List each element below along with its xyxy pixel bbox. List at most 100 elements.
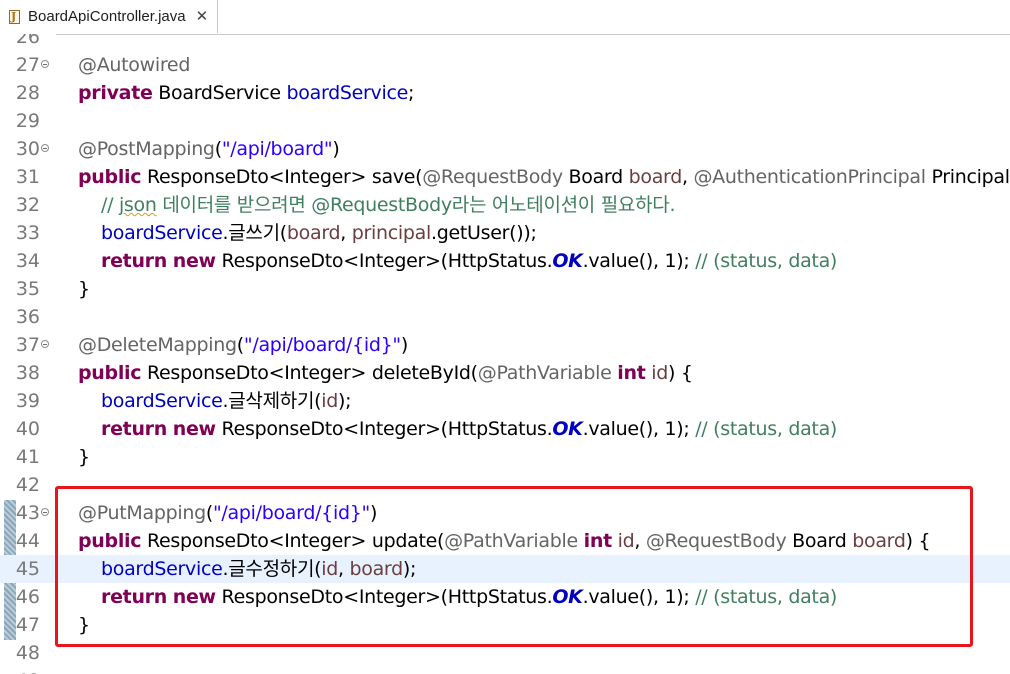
- code-token: board: [286, 222, 341, 244]
- code-token: PrincipalDetail: [931, 166, 1010, 188]
- code-token: principal: [351, 222, 432, 244]
- code-line[interactable]: 44 public ResponseDto<Integer> update(@Pa…: [0, 527, 1010, 555]
- tab-board-api-controller[interactable]: J BoardApiController.java ✕: [0, 0, 218, 33]
- line-number: 33: [15, 222, 40, 244]
- code-token: ResponseDto<Integer> save(: [141, 166, 423, 188]
- code-token: public: [78, 362, 142, 384]
- code-line[interactable]: 39 boardService.글삭제하기(id);: [0, 387, 1010, 415]
- code-line[interactable]: 33 boardService.글쓰기(board, principal.getU…: [0, 219, 1010, 247]
- code-line[interactable]: 47}: [0, 611, 1010, 639]
- code-token: .글쓰기(: [222, 222, 288, 244]
- code-text: @Autowired: [78, 51, 190, 79]
- code-token: // (status, data): [695, 418, 838, 440]
- code-token: @PathVariable: [444, 530, 578, 552]
- code-token: ): [332, 138, 340, 160]
- line-number: 30: [15, 138, 40, 160]
- code-line[interactable]: 43 @PutMapping("/api/board/{id}"): [0, 499, 1010, 527]
- code-token: ResponseDto<Integer> update(: [141, 530, 445, 552]
- code-token: public: [78, 166, 142, 188]
- code-token: ,: [338, 558, 350, 580]
- line-number: 31: [15, 166, 40, 188]
- line-number: 39: [15, 390, 40, 412]
- code-line[interactable]: 49: [0, 667, 1010, 674]
- fold-collapse-icon[interactable]: [41, 340, 49, 348]
- code-text: boardService.글삭제하기(id);: [78, 387, 352, 415]
- code-token: // (status, data): [695, 250, 838, 272]
- code-token: "/api/board/{id}": [212, 502, 370, 524]
- code-line[interactable]: 42: [0, 471, 1010, 499]
- code-line[interactable]: 38 public ResponseDto<Integer> deleteById…: [0, 359, 1010, 387]
- code-line[interactable]: 27 @Autowired: [0, 51, 1010, 79]
- fold-collapse-icon[interactable]: [41, 60, 49, 68]
- code-token: ) {: [668, 362, 693, 384]
- code-line[interactable]: 28 private BoardService boardService;: [0, 79, 1010, 107]
- code-token: return: [101, 250, 167, 272]
- line-number: 44: [15, 530, 40, 552]
- code-token: //: [101, 194, 119, 216]
- code-token: json: [118, 194, 157, 216]
- code-token: OK: [552, 250, 583, 272]
- code-text: // json 데이터를 받으려면 @RequestBody라는 어노테이션이 …: [78, 191, 676, 219]
- code-token: ,: [340, 222, 352, 244]
- code-line[interactable]: 46 return new ResponseDto<Integer>(HttpSt…: [0, 583, 1010, 611]
- code-token: .value(), 1);: [582, 586, 696, 608]
- code-editor[interactable]: 26 27 @Autowired 28 private BoardService boa…: [0, 34, 1010, 674]
- line-number: 45: [15, 558, 40, 580]
- code-text: public ResponseDto<Integer> save(@Reques…: [78, 163, 1010, 191]
- code-token: @PutMapping: [78, 502, 206, 524]
- code-line[interactable]: 34 return new ResponseDto<Integer>(HttpSt…: [0, 247, 1010, 275]
- code-token: @DeleteMapping: [78, 334, 237, 356]
- code-line[interactable]: 45 boardService.글수정하기(id, board);: [0, 555, 1010, 583]
- code-token: boardService: [101, 558, 223, 580]
- code-token: }: [78, 446, 90, 468]
- code-token: id: [651, 362, 669, 384]
- code-token: Board: [562, 166, 629, 188]
- code-line[interactable]: 29: [0, 107, 1010, 135]
- code-text: public ResponseDto<Integer> update(@Path…: [78, 527, 931, 555]
- code-token: (: [214, 138, 222, 160]
- code-token: id: [321, 558, 339, 580]
- code-text: }: [78, 611, 90, 639]
- code-text: @PutMapping("/api/board/{id}"): [78, 499, 377, 527]
- code-token: Board: [786, 530, 853, 552]
- code-text: return new ResponseDto<Integer>(HttpStat…: [78, 247, 837, 275]
- code-line[interactable]: 26: [0, 34, 1010, 51]
- code-line[interactable]: 35}: [0, 275, 1010, 303]
- code-token: boardService: [101, 390, 223, 412]
- code-text: boardService.글수정하기(id, board);: [78, 555, 416, 583]
- fold-collapse-icon[interactable]: [41, 144, 49, 152]
- code-text: @PostMapping("/api/board"): [78, 135, 340, 163]
- code-token: .getUser());: [430, 222, 537, 244]
- code-token: }: [78, 278, 90, 300]
- code-token: "/api/board/{id}": [243, 334, 401, 356]
- code-line[interactable]: 30 @PostMapping("/api/board"): [0, 135, 1010, 163]
- code-token: .글수정하기(: [222, 558, 322, 580]
- code-line[interactable]: 32 // json 데이터를 받으려면 @RequestBody라는 어노테이션…: [0, 191, 1010, 219]
- code-token: board: [349, 558, 404, 580]
- line-number: 40: [15, 418, 40, 440]
- code-token: new: [172, 250, 216, 272]
- code-line[interactable]: 37 @DeleteMapping("/api/board/{id}"): [0, 331, 1010, 359]
- code-line[interactable]: 41}: [0, 443, 1010, 471]
- code-token: OK: [552, 418, 583, 440]
- line-number: 32: [15, 194, 40, 216]
- code-line[interactable]: 40 return new ResponseDto<Integer>(HttpSt…: [0, 415, 1010, 443]
- code-line[interactable]: 36: [0, 303, 1010, 331]
- code-token: boardService: [286, 82, 409, 104]
- line-number: 48: [15, 642, 40, 664]
- code-token: );: [402, 558, 417, 580]
- code-token: ) {: [905, 530, 931, 552]
- editor-tab-bar: J BoardApiController.java ✕: [0, 0, 1010, 35]
- code-token: int: [617, 362, 646, 384]
- code-token: board: [628, 166, 683, 188]
- code-token: int: [583, 530, 613, 552]
- line-number: 41: [15, 446, 40, 468]
- line-number: 43: [15, 502, 40, 524]
- code-token: ): [400, 334, 408, 356]
- close-icon[interactable]: ✕: [196, 9, 209, 24]
- code-token: (: [205, 502, 213, 524]
- fold-collapse-icon[interactable]: [41, 508, 49, 516]
- code-line[interactable]: 48: [0, 639, 1010, 667]
- code-token: @PathVariable: [477, 362, 612, 384]
- code-line[interactable]: 31 public ResponseDto<Integer> save(@Requ…: [0, 163, 1010, 191]
